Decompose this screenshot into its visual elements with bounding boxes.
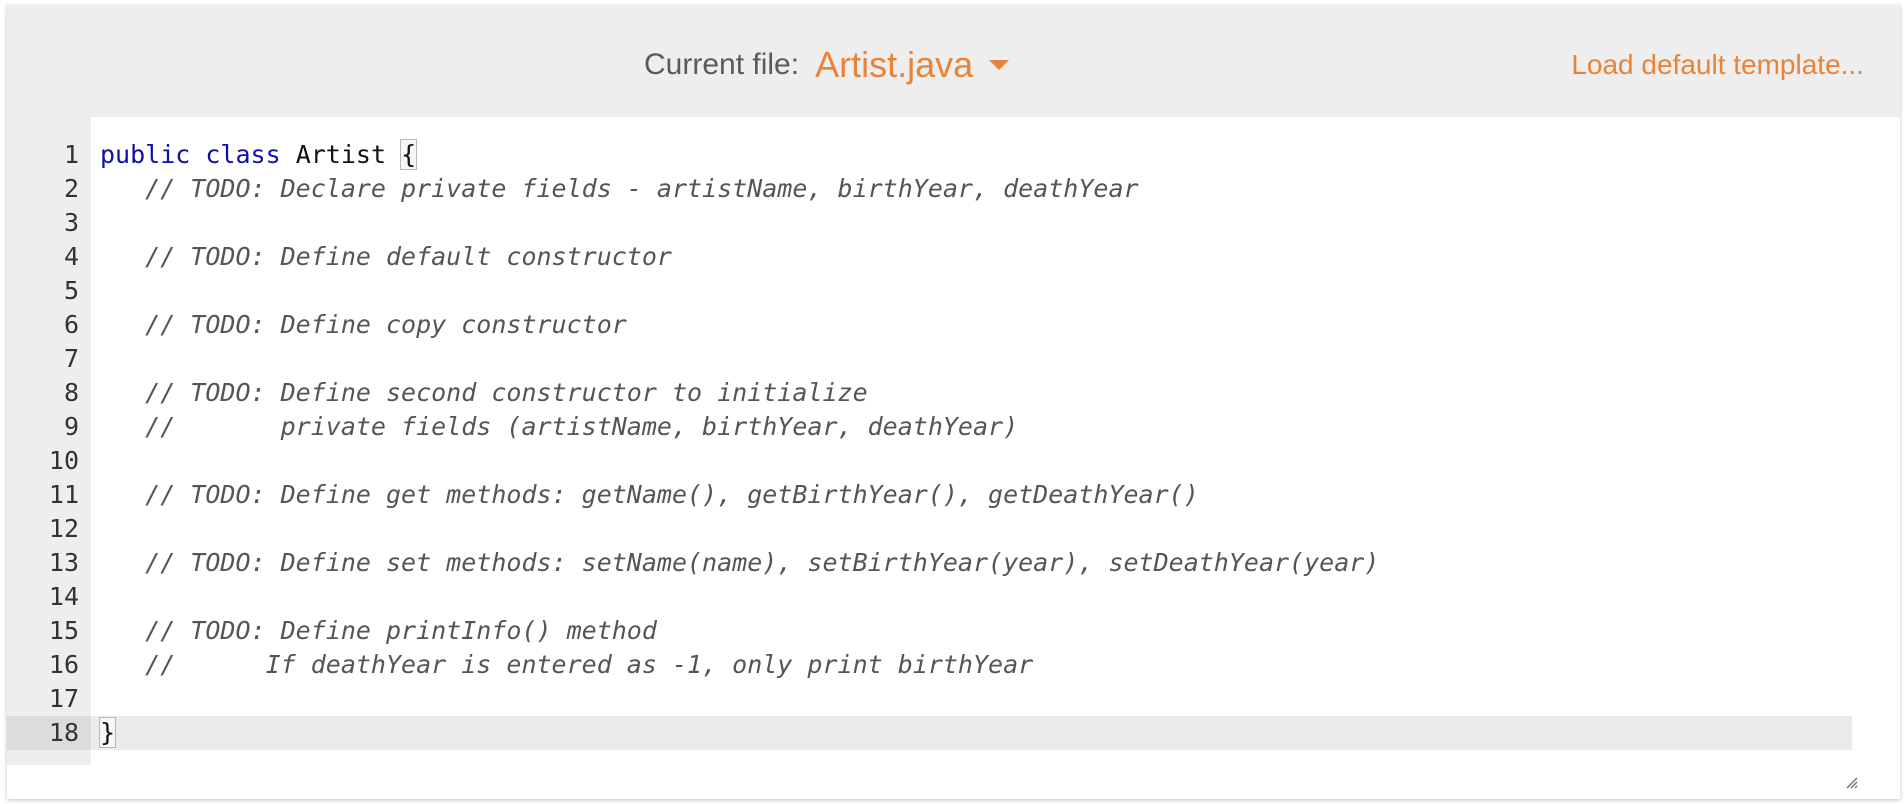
- line-number: 16: [48, 650, 79, 679]
- comment-token: // TODO: Define set methods: setName(nam…: [145, 548, 1380, 577]
- line-number: 13: [48, 548, 79, 577]
- comment-token: // TODO: Define default constructor: [145, 242, 672, 271]
- line-code: // If deathYear is entered as -1, only p…: [100, 648, 1033, 682]
- brace-token: {: [400, 139, 418, 170]
- code-line[interactable]: 2 // TODO: Declare private fields - arti…: [7, 172, 1900, 206]
- comment-token: // TODO: Define second constructor to in…: [145, 378, 868, 407]
- comment-token: // TODO: Define copy constructor: [145, 310, 627, 339]
- brace-token: }: [98, 717, 117, 748]
- code-line[interactable]: 16 // If deathYear is entered as -1, onl…: [7, 648, 1900, 682]
- line-number: 14: [48, 582, 79, 611]
- code-lines[interactable]: 1 public class Artist {2 // TODO: Declare…: [7, 138, 1900, 750]
- editor-header: Current file: Artist.java Load default t…: [7, 5, 1900, 117]
- line-code: // TODO: Define printInfo() method: [100, 614, 657, 648]
- comment-token: // TODO: Define get methods: getName(), …: [145, 480, 1199, 509]
- line-number: 7: [63, 344, 79, 373]
- line-number: 15: [48, 616, 79, 645]
- keyword-token: class: [205, 140, 281, 169]
- comment-token: // TODO: Define printInfo() method: [145, 616, 657, 645]
- line-code: // TODO: Define copy constructor: [100, 308, 627, 342]
- line-number: 5: [63, 276, 79, 305]
- code-line[interactable]: 11 // TODO: Define get methods: getName(…: [7, 478, 1900, 512]
- line-code: // private fields (artistName, birthYear…: [100, 410, 1018, 444]
- text-token: Artist: [280, 140, 402, 169]
- line-number: 8: [63, 378, 79, 407]
- line-code: // TODO: Define set methods: setName(nam…: [100, 546, 1379, 580]
- line-code: }: [98, 716, 117, 750]
- line-number: 11: [48, 480, 79, 509]
- line-number: 9: [63, 412, 79, 441]
- code-line[interactable]: 1 public class Artist {: [7, 138, 1900, 172]
- line-code: // TODO: Define get methods: getName(), …: [100, 478, 1199, 512]
- code-line[interactable]: 18}: [7, 716, 1900, 750]
- keyword-token: public: [100, 140, 191, 169]
- line-code: // TODO: Define second constructor to in…: [100, 376, 868, 410]
- current-file-label: Current file:: [644, 48, 800, 81]
- comment-token: // If deathYear is entered as -1, only p…: [145, 650, 1034, 679]
- line-code: // TODO: Declare private fields - artist…: [100, 172, 1139, 206]
- load-default-template-link[interactable]: Load default template...: [1571, 49, 1864, 81]
- line-number: 10: [48, 446, 79, 475]
- code-line[interactable]: 9 // private fields (artistName, birthYe…: [7, 410, 1900, 444]
- line-number: 4: [63, 242, 79, 271]
- line-number: 12: [48, 514, 79, 543]
- line-number: 17: [48, 684, 79, 713]
- code-line[interactable]: 5: [7, 274, 1900, 308]
- file-selector[interactable]: Current file: Artist.java: [644, 43, 1010, 87]
- code-line[interactable]: 8 // TODO: Define second constructor to …: [7, 376, 1900, 410]
- code-line[interactable]: 10: [7, 444, 1900, 478]
- line-number: 18: [48, 718, 79, 747]
- code-line[interactable]: 7: [7, 342, 1900, 376]
- line-number: 3: [63, 208, 79, 237]
- code-line[interactable]: 17: [7, 682, 1900, 716]
- active-line-highlight: [91, 716, 1852, 750]
- comment-token: // private fields (artistName, birthYear…: [145, 412, 1019, 441]
- code-line[interactable]: 6 // TODO: Define copy constructor: [7, 308, 1900, 342]
- code-editor-panel: Current file: Artist.java Load default t…: [7, 5, 1900, 799]
- line-code: // TODO: Define default constructor: [100, 240, 672, 274]
- caret-down-icon[interactable]: [989, 60, 1010, 70]
- line-number: 6: [63, 310, 79, 339]
- code-editor[interactable]: 1 public class Artist {2 // TODO: Declare…: [7, 117, 1900, 799]
- code-line[interactable]: 3: [7, 206, 1900, 240]
- resize-handle-icon[interactable]: [1844, 775, 1858, 789]
- code-line[interactable]: 4 // TODO: Define default constructor: [7, 240, 1900, 274]
- line-code: public class Artist {: [100, 138, 418, 172]
- comment-token: // TODO: Declare private fields - artist…: [145, 174, 1139, 203]
- code-line[interactable]: 13 // TODO: Define set methods: setName(…: [7, 546, 1900, 580]
- code-line[interactable]: 15 // TODO: Define printInfo() method: [7, 614, 1900, 648]
- file-name-dropdown[interactable]: Artist.java: [815, 44, 973, 86]
- line-number: 2: [63, 174, 79, 203]
- line-number: 1: [63, 140, 79, 169]
- code-line[interactable]: 12: [7, 512, 1900, 546]
- code-line[interactable]: 14: [7, 580, 1900, 614]
